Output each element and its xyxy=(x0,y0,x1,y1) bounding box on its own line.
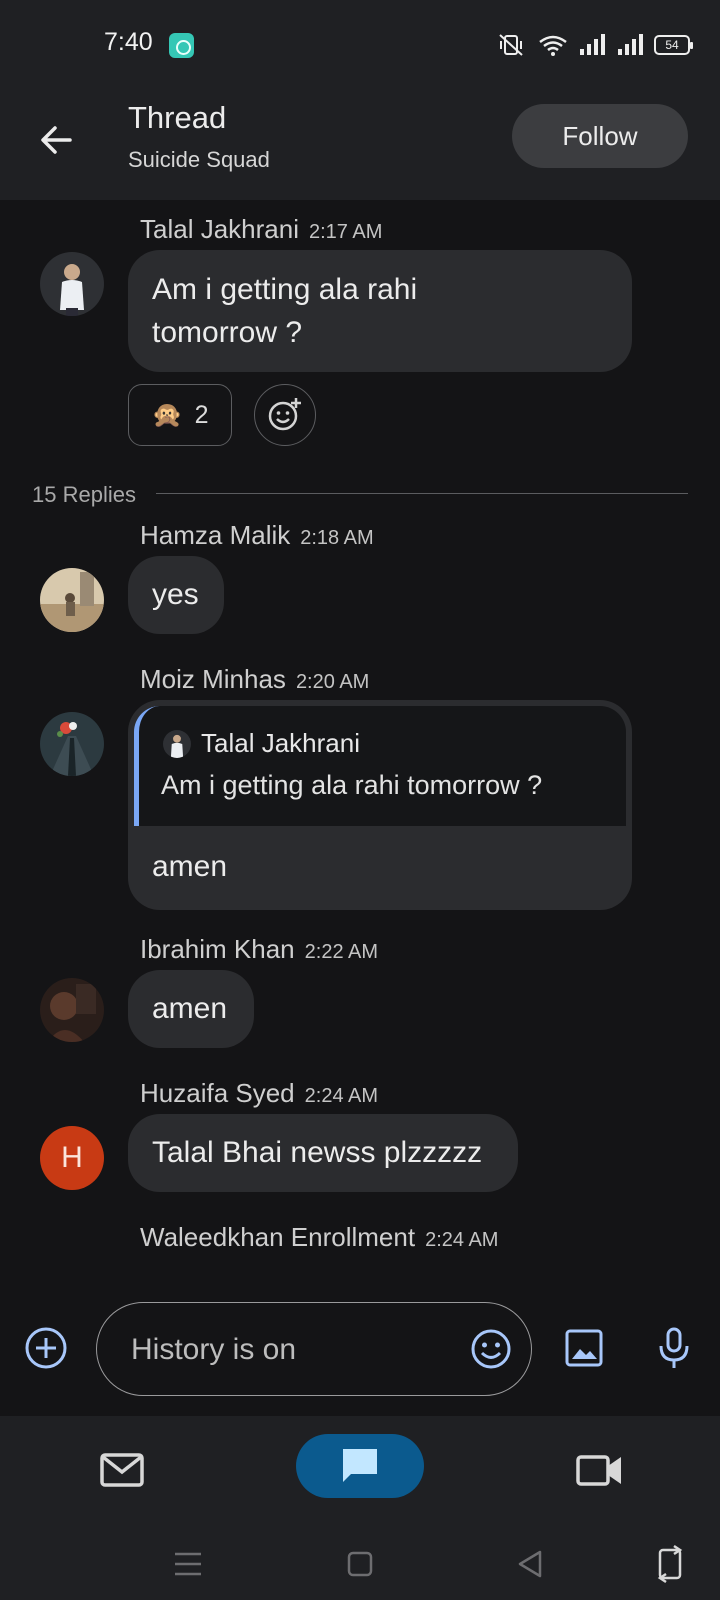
sender-line: Moiz Minhas 2:20 AM xyxy=(140,664,369,695)
replies-count: 15 Replies xyxy=(32,482,136,507)
message-time: 2:24 AM xyxy=(304,1085,379,1107)
follow-button[interactable]: Follow xyxy=(512,104,688,168)
message-time: 2:18 AM xyxy=(300,527,374,549)
message-bubble[interactable]: Am i getting ala rahi tomorrow ? xyxy=(128,250,632,372)
input-placeholder: History is on xyxy=(131,1333,297,1366)
message-time: 2:22 AM xyxy=(304,941,379,963)
quoted-avatar xyxy=(163,729,191,758)
square-icon xyxy=(347,1551,373,1577)
wifi-icon xyxy=(539,35,567,56)
message-time: 2:17 AM xyxy=(308,221,383,243)
sender-name: Hamza Malik xyxy=(140,520,291,550)
message-text-line: tomorrow ? xyxy=(152,316,303,349)
message-bubble[interactable]: yes xyxy=(128,556,224,634)
reaction-emoji: 🙊 xyxy=(151,400,183,429)
sender-line: Ibrahim Khan 2:22 AM xyxy=(140,934,378,965)
message-text: amen xyxy=(152,850,228,883)
voice-button[interactable] xyxy=(650,1324,698,1372)
add-circle-icon xyxy=(25,1327,67,1369)
add-reaction-button[interactable] xyxy=(254,384,316,446)
sender-name: Moiz Minhas xyxy=(140,664,286,694)
reply-message: Waleedkhan Enrollment 2:24 AM xyxy=(0,1218,720,1278)
video-icon xyxy=(576,1455,621,1486)
status-time: 7:40 xyxy=(104,28,153,56)
sender-name: Talal Jakhrani xyxy=(140,214,299,244)
chat-icon xyxy=(343,1449,377,1482)
message-time: 2:24 AM xyxy=(425,1229,499,1251)
triangle-back-icon xyxy=(518,1550,542,1578)
reaction-chip[interactable]: 🙊 2 xyxy=(128,384,232,446)
sender-line: Talal Jakhrani 2:17 AM xyxy=(140,214,382,245)
signal-icon-2 xyxy=(618,34,643,55)
sender-name: Waleedkhan Enrollment xyxy=(140,1222,416,1252)
nav-chat[interactable] xyxy=(296,1434,424,1498)
message-bubble[interactable]: amen xyxy=(128,970,254,1048)
message-time: 2:20 AM xyxy=(295,671,370,693)
vibrate-off-icon xyxy=(499,34,523,56)
image-button[interactable] xyxy=(560,1324,608,1372)
space-name: Suicide Squad xyxy=(128,147,270,172)
status-bar: 7:40 54 xyxy=(0,0,720,88)
status-icons: 54 xyxy=(494,30,693,60)
message-list: Talal Jakhrani 2:17 AM Am i getting ala r… xyxy=(0,200,720,1302)
rotate-button[interactable] xyxy=(648,1542,692,1586)
avatar[interactable] xyxy=(40,712,104,776)
bottom-navigation xyxy=(0,1416,720,1528)
sender-line: Huzaifa Syed 2:24 AM xyxy=(140,1078,378,1109)
message-text: Talal Bhai newss plzzzzz xyxy=(152,1136,483,1169)
avatar[interactable] xyxy=(40,252,104,316)
emoji-icon xyxy=(471,1329,511,1369)
avatar[interactable] xyxy=(40,978,104,1042)
message-input[interactable]: History is on xyxy=(96,1302,532,1396)
root-message: Talal Jakhrani 2:17 AM Am i getting ala r… xyxy=(0,210,720,450)
add-emoji-icon xyxy=(268,398,301,431)
page-title: Thread xyxy=(128,100,227,135)
mic-icon xyxy=(659,1327,689,1368)
reply-message: Huzaifa Syed 2:24 AM H Talal Bhai newss p… xyxy=(0,1074,720,1204)
recents-button[interactable] xyxy=(166,1542,210,1586)
reply-message: Moiz Minhas 2:20 AM Talal Jakhrani Am i … xyxy=(0,660,720,910)
quoted-message-card[interactable]: Talal Jakhrani Am i getting ala rahi tom… xyxy=(128,700,632,910)
nav-meet[interactable] xyxy=(574,1444,626,1496)
thread-header: Thread Suicide Squad Follow xyxy=(0,88,720,200)
quoted-message[interactable]: Talal Jakhrani Am i getting ala rahi tom… xyxy=(134,706,626,826)
app-root: 7:40 54 Thread Suicide Squad Follow Tala… xyxy=(0,0,720,1600)
nav-mail[interactable] xyxy=(96,1444,148,1496)
replies-divider: 15 Replies xyxy=(32,482,688,512)
system-navigation xyxy=(0,1528,720,1600)
quoted-sender-name: Talal Jakhrani xyxy=(201,728,360,758)
message-text: yes xyxy=(152,578,199,611)
menu-icon xyxy=(175,1552,201,1576)
home-button[interactable] xyxy=(338,1542,382,1586)
rotate-icon xyxy=(657,1544,683,1584)
mail-icon xyxy=(100,1453,144,1487)
add-attachment-button[interactable] xyxy=(22,1324,70,1372)
compose-bar: History is on xyxy=(0,1302,720,1416)
reply-message: Ibrahim Khan 2:22 AM amen xyxy=(0,930,720,1060)
divider-line xyxy=(156,493,688,494)
quoted-text: Am i getting ala rahi tomorrow ? xyxy=(161,770,543,800)
sender-name: Huzaifa Syed xyxy=(140,1078,295,1108)
message-text-line: Am i getting ala rahi xyxy=(152,273,418,306)
avatar[interactable] xyxy=(40,568,104,632)
message-text: amen xyxy=(152,992,228,1025)
signal-icon-1 xyxy=(580,34,605,55)
emoji-button[interactable] xyxy=(467,1325,515,1373)
back-button[interactable] xyxy=(30,114,82,166)
sender-line: Waleedkhan Enrollment 2:24 AM xyxy=(140,1222,498,1253)
app-notification-icon xyxy=(169,33,194,58)
message-bubble[interactable]: Talal Bhai newss plzzzzz xyxy=(128,1114,518,1192)
reply-message: Hamza Malik 2:18 AM yes xyxy=(0,516,720,646)
system-back-button[interactable] xyxy=(508,1542,552,1586)
quoted-sender: Talal Jakhrani xyxy=(163,728,360,759)
sender-line: Hamza Malik 2:18 AM xyxy=(140,520,374,551)
battery-indicator: 54 xyxy=(654,35,693,55)
arrow-back-icon xyxy=(41,126,72,154)
image-icon xyxy=(565,1329,603,1367)
reaction-count: 2 xyxy=(194,400,209,429)
avatar-letter[interactable]: H xyxy=(40,1126,104,1190)
sender-name: Ibrahim Khan xyxy=(140,934,295,964)
